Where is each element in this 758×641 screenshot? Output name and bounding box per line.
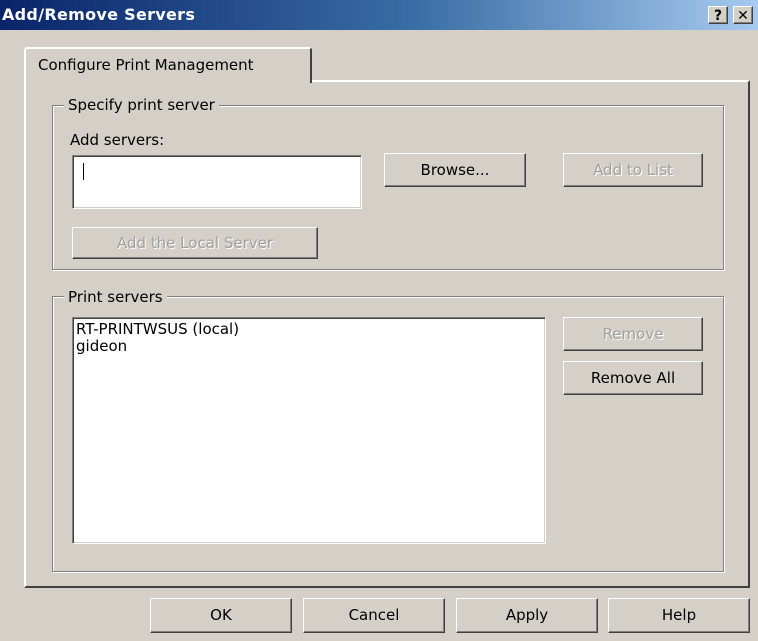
text-caret bbox=[83, 163, 84, 180]
specify-print-server-legend: Specify print server bbox=[64, 96, 219, 114]
close-icon[interactable]: ✕ bbox=[733, 6, 753, 24]
browse-button[interactable]: Browse... bbox=[384, 153, 526, 187]
list-item[interactable]: gideon bbox=[76, 338, 127, 355]
window-title: Add/Remove Servers bbox=[2, 5, 196, 24]
tab-configure-print-management[interactable]: Configure Print Management bbox=[24, 47, 312, 83]
list-item[interactable]: RT-PRINTWSUS (local) bbox=[76, 321, 239, 338]
print-servers-legend: Print servers bbox=[64, 288, 167, 306]
print-servers-list[interactable]: RT-PRINTWSUS (local) gideon bbox=[72, 317, 546, 544]
tab-label: Configure Print Management bbox=[38, 56, 254, 74]
help-button[interactable]: Help bbox=[608, 598, 750, 633]
help-icon[interactable]: ? bbox=[708, 6, 728, 24]
add-local-server-button[interactable]: Add the Local Server bbox=[72, 227, 318, 259]
title-bar[interactable]: Add/Remove Servers ? ✕ bbox=[0, 0, 758, 30]
remove-all-button[interactable]: Remove All bbox=[563, 361, 703, 395]
add-servers-label: Add servers: bbox=[70, 131, 165, 149]
cancel-button[interactable]: Cancel bbox=[303, 598, 445, 633]
add-servers-input[interactable] bbox=[72, 155, 362, 209]
remove-button[interactable]: Remove bbox=[563, 317, 703, 351]
add-remove-servers-dialog: Add/Remove Servers ? ✕ Configure Print M… bbox=[0, 0, 758, 641]
ok-button[interactable]: OK bbox=[150, 598, 292, 633]
apply-button[interactable]: Apply bbox=[456, 598, 598, 633]
add-to-list-button[interactable]: Add to List bbox=[563, 153, 703, 187]
